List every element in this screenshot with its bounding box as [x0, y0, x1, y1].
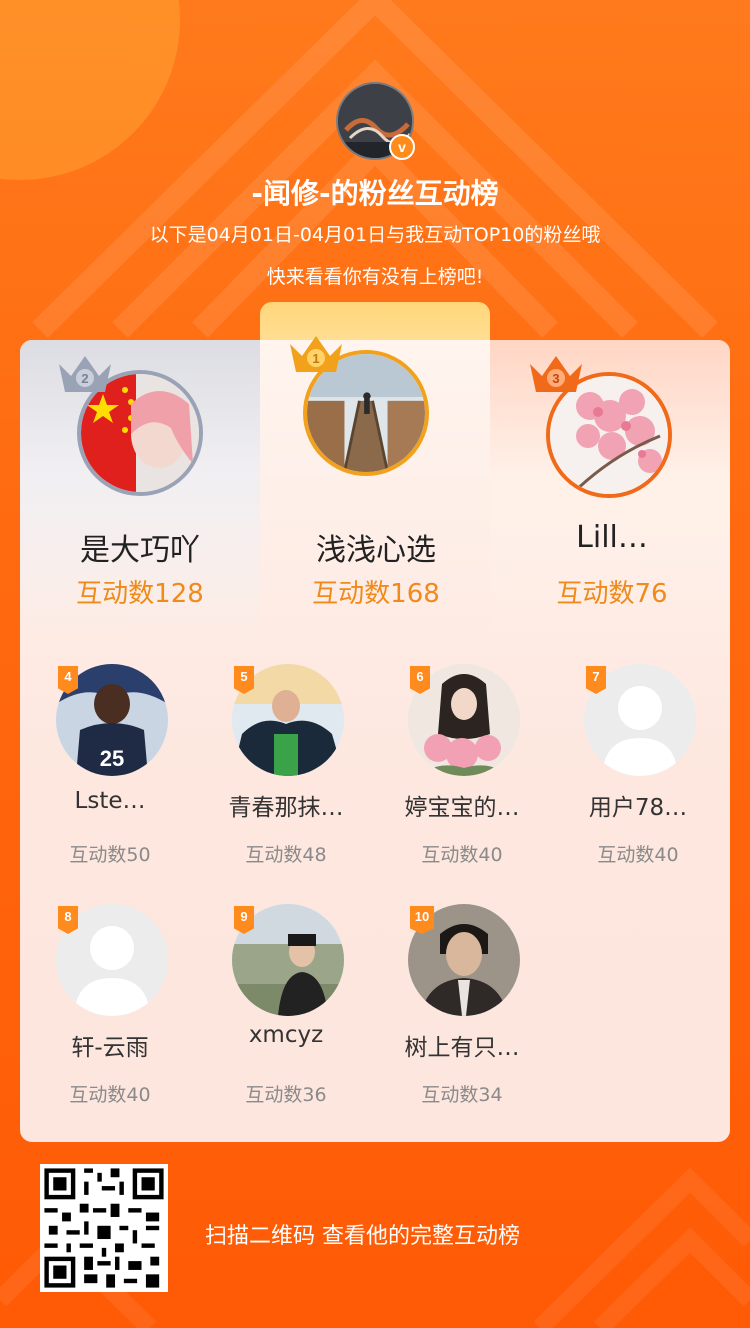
page-title: -闻修-的粉丝互动榜 — [251, 177, 499, 210]
list-item[interactable]: 25 4 Lste… 互动数50 — [22, 664, 198, 866]
list-item[interactable]: 10 树上有只… 互动数34 — [374, 904, 550, 1106]
list-item[interactable]: 7 用户78… 互动数40 — [550, 664, 726, 866]
svg-text:25: 25 — [100, 746, 124, 771]
crown-gold-icon: 1 — [290, 336, 342, 372]
list-item-score: 互动数48 — [245, 844, 327, 866]
list-item-name: 用户78… — [588, 795, 688, 821]
list-item[interactable]: 6 婷宝宝的… 互动数40 — [374, 664, 550, 866]
list-item-name: 轩-云雨 — [71, 1035, 149, 1061]
list-item-score: 互动数40 — [69, 1084, 151, 1106]
footer: 扫描二维码 查看他的完整互动榜 — [0, 1160, 750, 1300]
rank-badge: 9 — [234, 906, 254, 934]
crown-silver-icon: 2 — [59, 356, 111, 392]
list-item-name: 树上有只… — [404, 1035, 520, 1061]
rank-badge: 6 — [410, 666, 430, 694]
subtitle-date-range: 以下是04月01日-04月01日与我互动TOP10的粉丝哦 — [149, 224, 601, 246]
list-item-score: 互动数36 — [245, 1084, 327, 1106]
list-item-name: 青春那抹… — [228, 795, 344, 821]
qr-code[interactable] — [40, 1164, 168, 1292]
rank-badge: 5 — [234, 666, 254, 694]
qr-code-image — [40, 1164, 168, 1292]
rank-badge: 8 — [58, 906, 78, 934]
list-item-name: 婷宝宝的… — [404, 795, 520, 821]
svg-text:1: 1 — [312, 351, 319, 366]
verified-icon: v — [389, 134, 415, 160]
rank-badge: 7 — [586, 666, 606, 694]
list-item[interactable]: 8 轩-云雨 互动数40 — [22, 904, 198, 1106]
list-item-name: Lste… — [74, 788, 146, 814]
list-item[interactable]: 5 青春那抹… 互动数48 — [198, 664, 374, 866]
podium-name: 浅浅心选 — [316, 533, 436, 568]
podium-name: 是大巧吖 — [80, 533, 200, 568]
podium-score: 互动数76 — [556, 579, 668, 609]
list-item-name: xmcyz — [248, 1022, 324, 1048]
footer-instruction: 扫描二维码 查看他的完整互动榜 — [205, 1224, 520, 1249]
crown-bronze-icon: 3 — [530, 356, 582, 392]
podium-score: 互动数168 — [312, 579, 440, 609]
leaderboard-header: v -闻修-的粉丝互动榜 以下是04月01日-04月01日与我互动TOP10的粉… — [0, 0, 750, 300]
list-item-score: 互动数40 — [421, 844, 503, 866]
list-item[interactable]: 9 xmcyz 互动数36 — [198, 904, 374, 1106]
podium-name: Lill… — [576, 520, 648, 555]
subtitle-call-to-action: 快来看看你有没有上榜吧! — [266, 266, 484, 288]
rank-badge: 4 — [58, 666, 78, 694]
list-item-score: 互动数40 — [597, 844, 679, 866]
svg-text:3: 3 — [552, 371, 559, 386]
list-item-score: 互动数34 — [421, 1084, 503, 1106]
svg-text:2: 2 — [81, 371, 88, 386]
podium-score: 互动数128 — [76, 579, 204, 609]
rank-badge: 10 — [410, 906, 434, 934]
list-item-score: 互动数50 — [69, 844, 151, 866]
